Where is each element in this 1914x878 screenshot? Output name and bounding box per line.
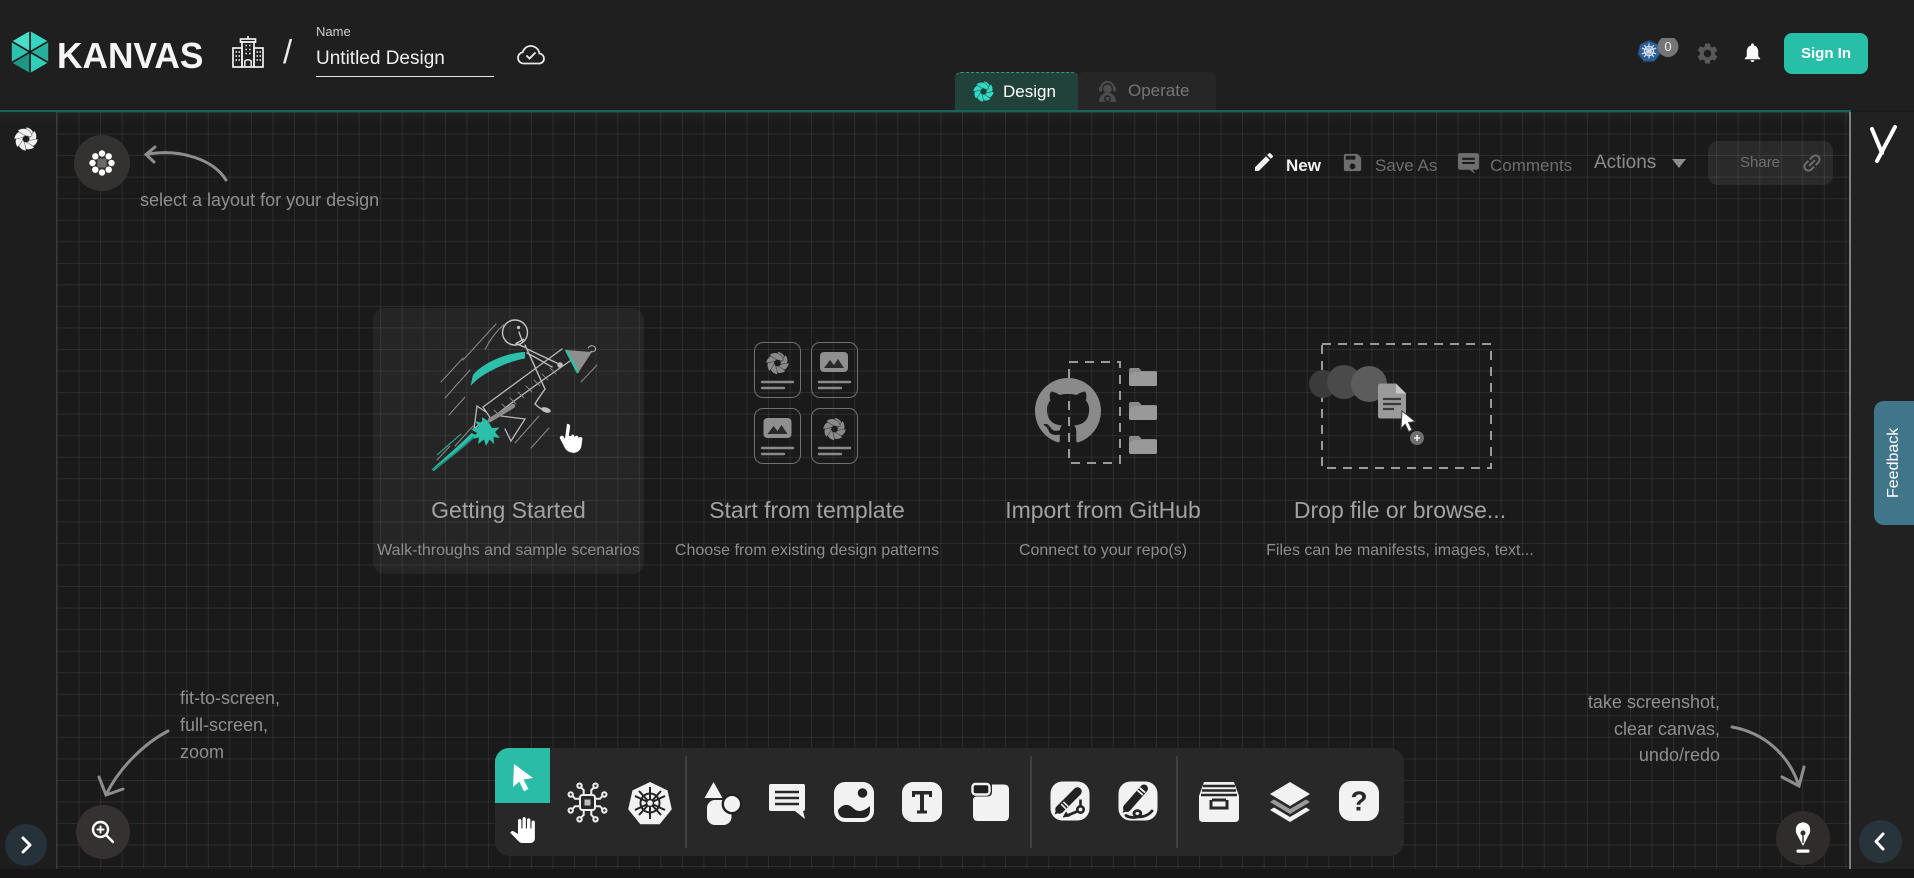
svg-text:?: ? [1350, 786, 1367, 817]
svg-text:0: 0 [1664, 39, 1671, 54]
